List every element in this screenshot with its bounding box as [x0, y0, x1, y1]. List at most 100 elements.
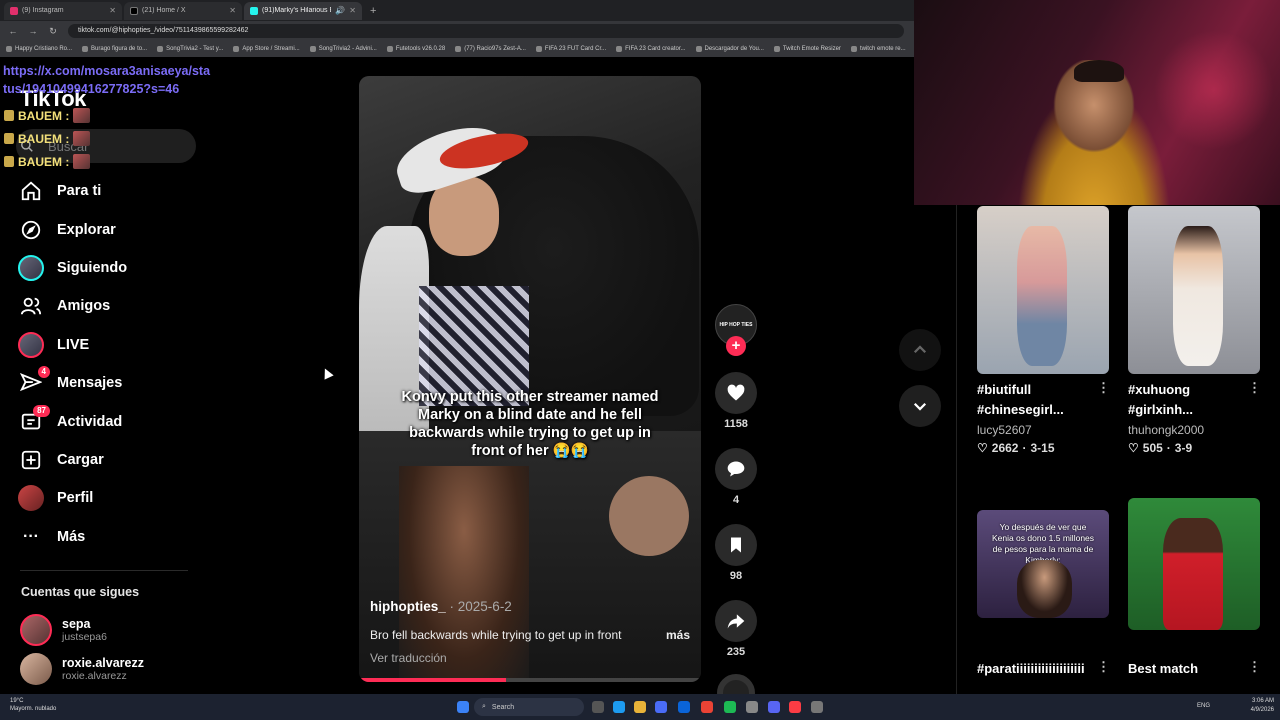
comment-button[interactable] [715, 448, 757, 490]
system-clock[interactable]: 3:06 AM 4/9/2026 [1251, 697, 1274, 715]
bookmark-item[interactable]: SongTrivia2 - Advini... [309, 46, 377, 52]
related-video-thumbnail[interactable] [977, 206, 1109, 374]
sidebar-item-mensajes[interactable]: 4 Mensajes [18, 364, 127, 402]
chat-emote-icon [73, 108, 91, 123]
forward-arrow-icon[interactable]: → [28, 26, 38, 36]
sidebar-item-mas[interactable]: ··· Más [18, 518, 127, 556]
windows-taskbar: 19°C Mayorm. nublado ⌕ Search ENG 3:06 A… [0, 694, 1280, 720]
store-icon[interactable] [655, 701, 667, 713]
related-video-user[interactable]: lucy52607 [977, 423, 1032, 437]
close-icon[interactable]: ✕ [109, 6, 116, 15]
bookmark-label: Happy Cristiano Ro... [15, 46, 73, 52]
bookmark-item[interactable]: (77) Racio97s Zest-A... [455, 46, 526, 52]
save-button[interactable] [715, 524, 757, 566]
following-account[interactable]: roxie.alvarezz roxie.alvarezz [20, 653, 144, 685]
related-video-stats: ♡ 505 · 3-9 [1128, 441, 1192, 455]
taskbar-search[interactable]: ⌕ Search [474, 698, 584, 716]
sidebar-nav: Para ti Explorar Siguiendo Amigos LIVE 4 [18, 172, 127, 556]
close-icon[interactable]: ✕ [229, 6, 236, 15]
music-icon[interactable] [789, 701, 801, 713]
author-name[interactable]: hiphopties_ [370, 599, 446, 614]
more-options-icon[interactable]: ⋮ [1248, 659, 1261, 675]
bookmark-item[interactable]: Descargador de You... [695, 46, 764, 52]
related-video-title[interactable]: #xuhuong #girlxinh... [1128, 380, 1193, 420]
related-video-thumbnail[interactable]: Yo después de ver que Kenia os dono 1.5 … [977, 510, 1109, 618]
more-options-icon[interactable]: ⋮ [1097, 659, 1110, 675]
related-video-title[interactable]: #paratiiiiiiiiiiiiiiiiiii [977, 659, 1085, 679]
related-video-thumbnail[interactable] [1128, 206, 1260, 374]
back-arrow-icon[interactable]: ← [8, 26, 18, 36]
windows-start-icon[interactable] [457, 701, 469, 713]
sidebar-item-label: Perfil [57, 490, 94, 507]
bookmark-favicon-icon [309, 46, 316, 52]
bookmark-label: FIFA 23 Card creator... [625, 46, 686, 52]
bookmark-item[interactable]: FIFA 23 Card creator... [616, 46, 686, 52]
sidebar-item-siguiendo[interactable]: Siguiendo [18, 249, 127, 287]
chrome-icon[interactable] [701, 701, 713, 713]
sidebar-item-para-ti[interactable]: Para ti [18, 172, 127, 210]
video-author[interactable]: hiphopties_ · 2025-6-2 [370, 599, 512, 614]
mail-icon[interactable] [678, 701, 690, 713]
bookmark-label: Burago figura de to... [91, 46, 148, 52]
bookmark-item[interactable]: App Store / Streami... [233, 46, 300, 52]
sidebar-item-actividad[interactable]: 87 Actividad [18, 402, 127, 440]
language-indicator[interactable]: ENG [1197, 703, 1210, 709]
sidebar-item-live[interactable]: LIVE [18, 326, 127, 364]
close-icon[interactable]: ✕ [349, 6, 356, 15]
more-options-icon[interactable]: ⋮ [1097, 380, 1110, 396]
chevron-down-icon [913, 402, 927, 411]
bookmark-item[interactable]: Happy Cristiano Ro... [6, 46, 72, 52]
bookmark-item[interactable]: FIFA 23 FUT Card Cr... [535, 46, 606, 52]
translate-link[interactable]: Ver traducción [370, 651, 447, 665]
new-tab-button[interactable]: + [364, 5, 382, 17]
bookmark-favicon-icon [535, 46, 542, 52]
browser-tab-x[interactable]: (21) Home / X ✕ [124, 1, 242, 20]
related-video-thumbnail[interactable] [1128, 498, 1260, 630]
like-button[interactable] [715, 372, 757, 414]
next-video-button[interactable] [899, 385, 941, 427]
bookmark-item[interactable]: Futetools v26.0.28 [386, 46, 445, 52]
bookmark-item[interactable]: Burago figura de to... [82, 46, 147, 52]
video-progress-bar[interactable] [359, 678, 701, 682]
activity-icon: 87 [18, 404, 50, 435]
sidebar-item-cargar[interactable]: Cargar [18, 441, 127, 479]
related-video-user[interactable]: thuhongk2000 [1128, 423, 1204, 437]
reload-icon[interactable]: ↻ [48, 26, 58, 37]
related-video-title[interactable]: #biutifull #chinesegirl... [977, 380, 1064, 420]
app-icon[interactable] [746, 701, 758, 713]
spotify-icon[interactable] [724, 701, 736, 713]
bookmark-item[interactable]: Twitch Emote Resizer [773, 46, 841, 52]
bookmark-item[interactable]: twitch emote re... [850, 46, 906, 52]
url-input[interactable]: tiktok.com/@hiphopties_/video/7511439865… [68, 24, 904, 38]
previous-video-button[interactable] [899, 329, 941, 371]
sidebar-item-perfil[interactable]: Perfil [18, 479, 127, 517]
more-link[interactable]: más [666, 628, 690, 642]
chat-message: BAUEM : [4, 104, 91, 127]
more-options-icon[interactable]: ⋮ [1248, 380, 1261, 396]
weather-widget[interactable]: 19°C Mayorm. nublado [10, 697, 56, 713]
discord-icon[interactable] [768, 701, 780, 713]
share-button[interactable] [715, 600, 757, 642]
comment-count: 4 [732, 494, 740, 506]
tab-label: (9) Instagram [22, 7, 64, 14]
sidebar-item-explorar[interactable]: Explorar [18, 210, 127, 248]
edge-icon[interactable] [613, 701, 625, 713]
bookmarks-bar: Happy Cristiano Ro... Burago figura de to… [0, 41, 914, 57]
following-account[interactable]: sepa justsepa6 [20, 614, 107, 646]
task-view-icon[interactable] [592, 701, 604, 713]
follow-button[interactable]: + [726, 336, 746, 356]
following-accounts-title: Cuentas que sigues [21, 585, 140, 599]
chat-badge-icon [4, 110, 14, 121]
browser-tab-instagram[interactable]: (9) Instagram ✕ [4, 1, 122, 20]
file-explorer-icon[interactable] [634, 701, 646, 713]
more-icon: ··· [23, 527, 39, 545]
browser-tab-tiktok[interactable]: (91)Marky's Hilarious Blind 🔊 ✕ [244, 1, 362, 20]
sidebar-item-amigos[interactable]: Amigos [18, 287, 127, 325]
webcam-person-hair [1074, 60, 1124, 82]
app-icon[interactable] [811, 701, 823, 713]
speaker-icon[interactable]: 🔊 [335, 6, 345, 15]
bookmark-item[interactable]: SongTrivia2 - Test y... [157, 46, 223, 52]
related-video-title[interactable]: Best match [1128, 659, 1198, 679]
video-player[interactable]: Konvy put this other streamer named Mark… [359, 76, 701, 682]
weather-desc: Mayorm. nublado [10, 706, 57, 712]
